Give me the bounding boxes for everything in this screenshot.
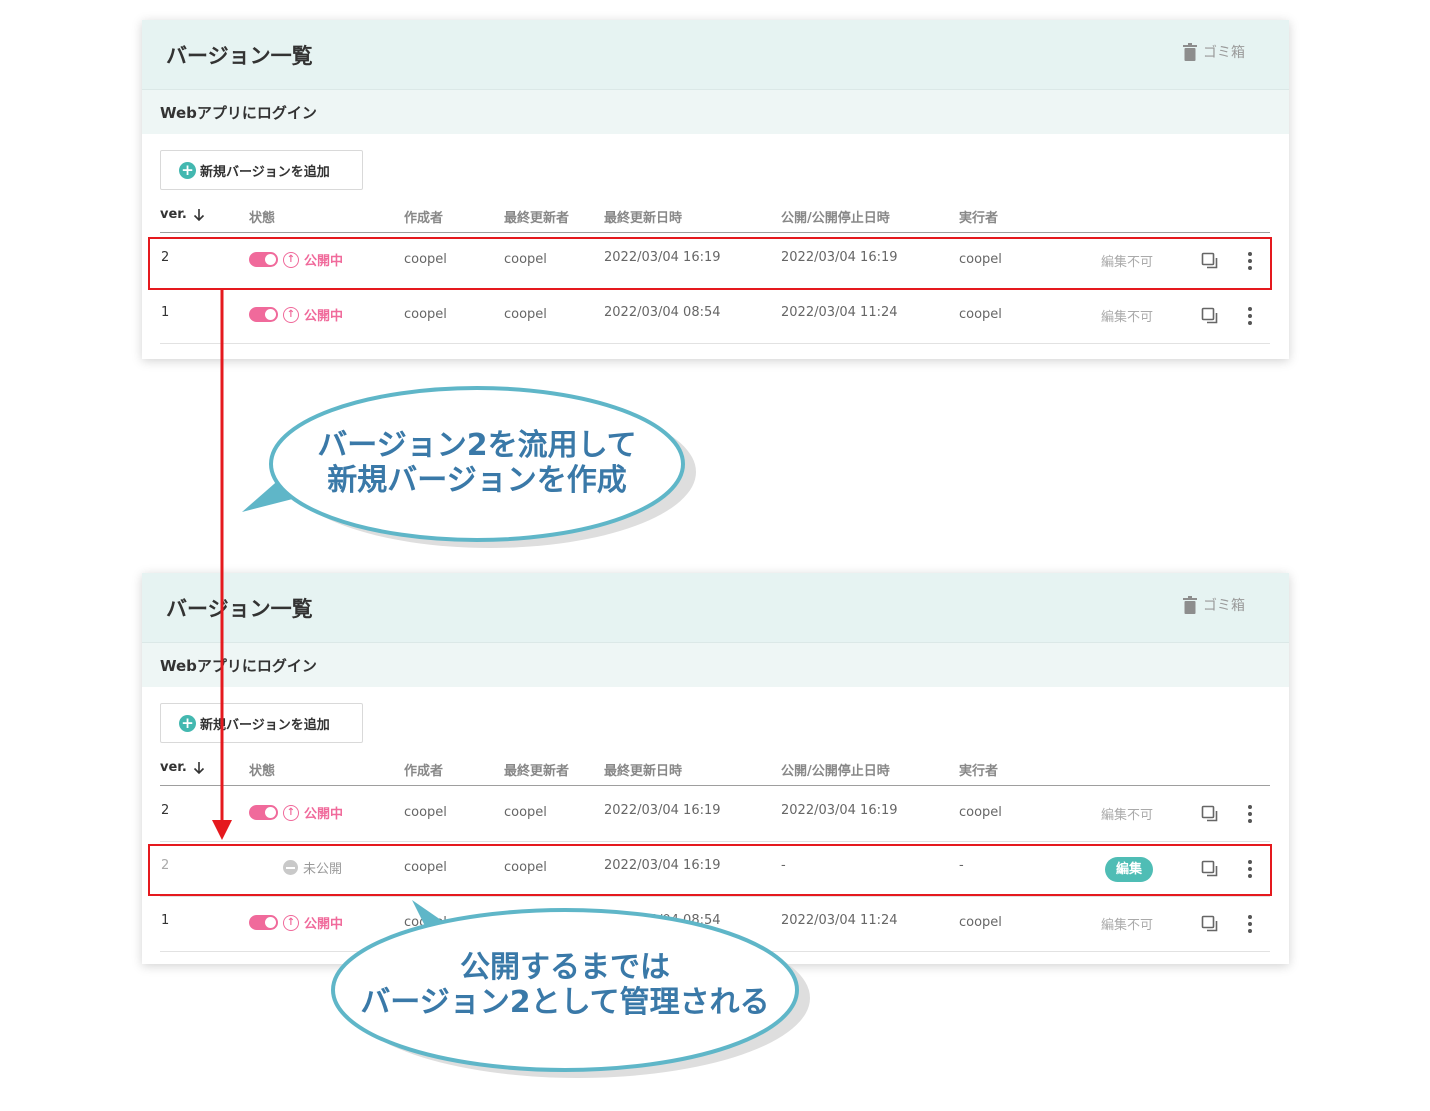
callout-1-line-1: バージョン2を流用して	[317, 428, 637, 463]
callout-2-line-2: バージョン2として管理される	[360, 985, 770, 1020]
callout-text-2: 公開するまでは バージョン2として管理される	[335, 950, 795, 1020]
callout-text-1: バージョン2を流用して 新規バージョンを作成	[277, 428, 677, 498]
callout-1-line-2: 新規バージョンを作成	[327, 463, 627, 498]
callout-2-line-1: 公開するまでは	[460, 950, 670, 985]
annotation-layer	[212, 290, 810, 1078]
red-arrow-head	[212, 820, 232, 840]
